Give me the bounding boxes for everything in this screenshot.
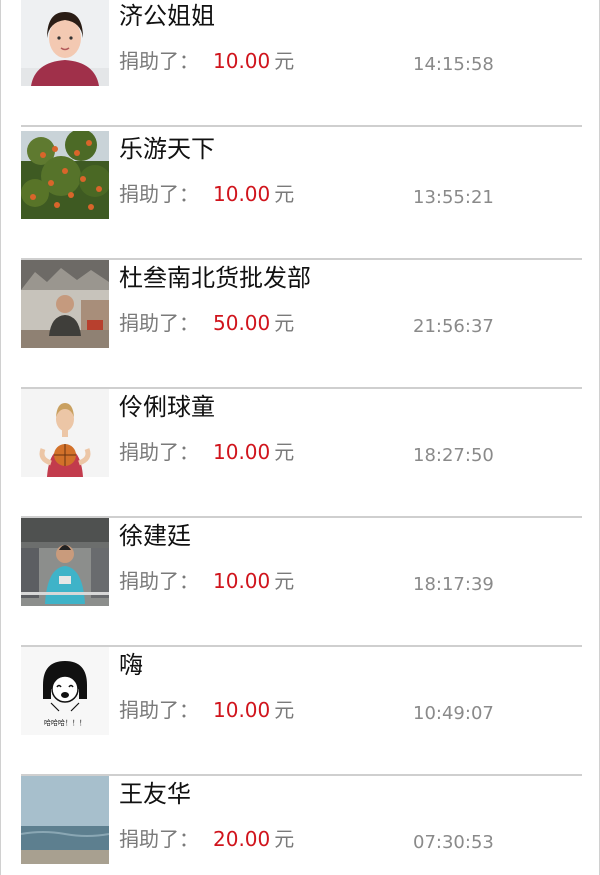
list-item[interactable]: 伶俐球童 捐助了： 10.00 元 18:27:50 [1,389,599,518]
donation-amount: 10.00 [213,440,271,464]
donation-time: 14:15:58 [413,54,494,75]
list-item[interactable]: 乐游天下 捐助了： 10.00 元 13:55:21 [1,131,599,260]
donation-amount: 20.00 [213,827,271,851]
list-item[interactable]: 王友华 捐助了： 20.00 元 07:30:53 [1,776,599,875]
donation-amount: 10.00 [213,49,271,73]
donor-name: 乐游天下 [119,135,215,163]
donation-list: 济公姐姐 捐助了： 10.00 元 14:15:58 乐游天下 捐助了： 10.… [0,0,600,875]
donation-line: 捐助了： 20.00 元 [119,825,294,853]
list-item[interactable]: 杜叁南北货批发部 捐助了： 50.00 元 21:56:37 [1,260,599,389]
avatar [21,518,109,606]
donation-line: 捐助了： 10.00 元 [119,567,294,595]
list-item[interactable]: 济公姐姐 捐助了： 10.00 元 14:15:58 [1,0,599,127]
donation-time: 13:55:21 [413,187,494,208]
donation-amount: 50.00 [213,311,271,335]
donated-label: 捐助了： [119,49,199,73]
donated-label: 捐助了： [119,827,199,851]
donor-name: 嗨 [119,651,143,679]
avatar [21,260,109,348]
currency-unit: 元 [274,49,295,73]
currency-unit: 元 [274,698,295,722]
list-item[interactable]: 哈哈哈！！！ 嗨 捐助了： 10.00 元 10:49:07 [1,647,599,776]
list-item[interactable]: 徐建廷 捐助了： 10.00 元 18:17:39 [1,518,599,647]
donated-label: 捐助了： [119,698,199,722]
donation-time: 21:56:37 [413,316,494,337]
donor-name: 伶俐球童 [119,393,215,421]
donation-line: 捐助了： 10.00 元 [119,47,294,75]
donation-time: 18:17:39 [413,574,494,595]
donation-line: 捐助了： 50.00 元 [119,309,294,337]
donation-time: 10:49:07 [413,703,494,724]
donation-time: 07:30:53 [413,832,494,853]
avatar-caption: 哈哈哈！！！ [44,718,86,727]
avatar [21,131,109,219]
donor-name: 王友华 [119,780,191,808]
donor-name: 济公姐姐 [119,2,215,30]
donated-label: 捐助了： [119,182,199,206]
donor-name: 杜叁南北货批发部 [119,264,311,292]
avatar [21,389,109,477]
currency-unit: 元 [274,311,295,335]
donation-amount: 10.00 [213,182,271,206]
currency-unit: 元 [274,827,295,851]
donation-amount: 10.00 [213,569,271,593]
avatar: 哈哈哈！！！ [21,647,109,735]
currency-unit: 元 [274,440,295,464]
donation-line: 捐助了： 10.00 元 [119,180,294,208]
currency-unit: 元 [274,182,295,206]
avatar [21,776,109,864]
donation-line: 捐助了： 10.00 元 [119,696,294,724]
donated-label: 捐助了： [119,311,199,335]
donation-time: 18:27:50 [413,445,494,466]
avatar [21,0,109,86]
divider [21,125,582,127]
donated-label: 捐助了： [119,569,199,593]
donated-label: 捐助了： [119,440,199,464]
currency-unit: 元 [274,569,295,593]
donor-name: 徐建廷 [119,522,191,550]
donation-amount: 10.00 [213,698,271,722]
donation-line: 捐助了： 10.00 元 [119,438,294,466]
